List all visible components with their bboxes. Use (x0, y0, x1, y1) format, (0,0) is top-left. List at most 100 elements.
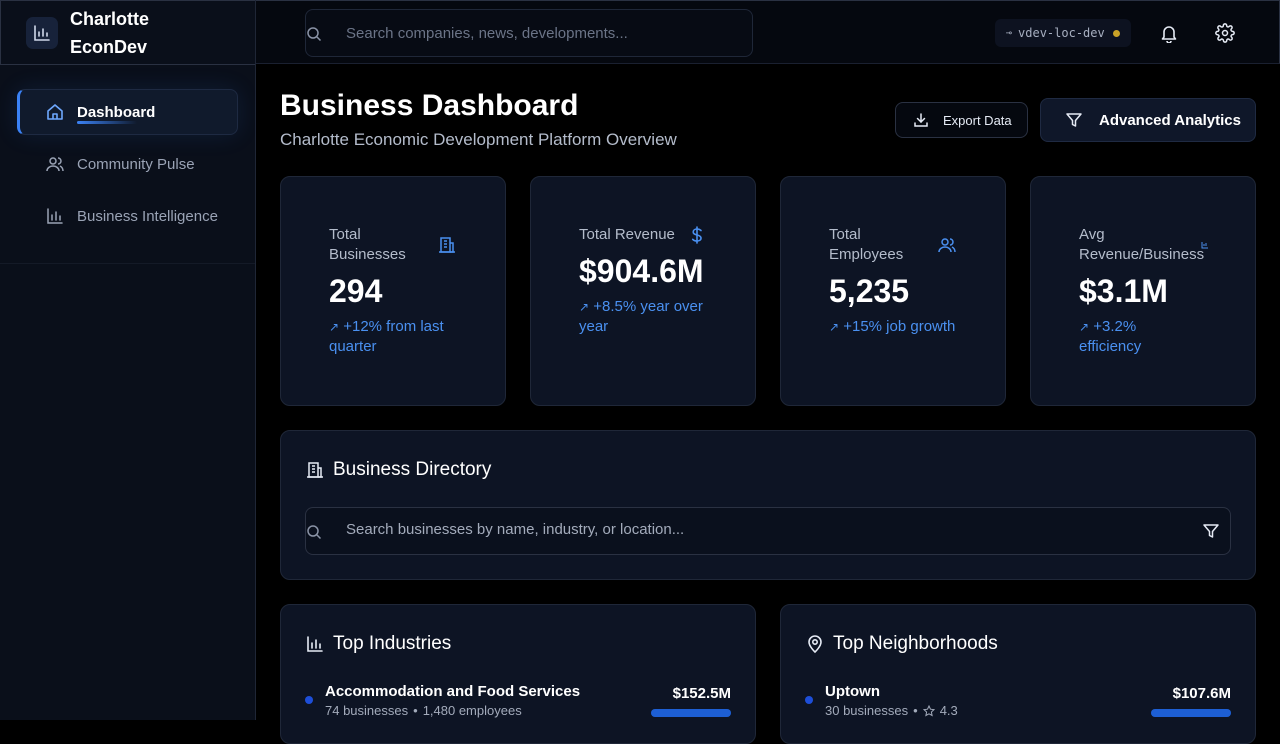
stat-label-line1: Avg (1079, 226, 1105, 243)
list-bullet (805, 696, 813, 704)
git-commit-icon: ⊸ (1006, 27, 1013, 39)
list-bullet (305, 696, 313, 704)
stat-trend: ↗ +12% from last quarter (329, 317, 444, 357)
bar-chart-logo-icon (26, 16, 58, 49)
top-bar: ⊸ vdev-loc-dev (256, 0, 1280, 64)
stat-label: Total Revenue (579, 225, 675, 245)
page-subtitle: Charlotte Economic Development Platform … (280, 130, 677, 149)
stat-trend: ↗ +3.2% efficiency (1079, 317, 1141, 357)
neighborhood-meta: 30 businesses • 4.3 (825, 703, 958, 718)
global-search[interactable] (305, 9, 753, 57)
bar-chart-icon (45, 206, 65, 226)
trending-up-icon: ↗ (829, 320, 840, 334)
stat-label-line1: Total (829, 226, 861, 243)
industry-share-fill (651, 709, 731, 717)
dollar-icon (687, 225, 707, 245)
users-icon (937, 235, 957, 255)
users-icon (45, 154, 65, 174)
stat-trend-line1: +15% job growth (843, 318, 956, 335)
stat-trend-line2: year (579, 318, 609, 335)
bell-icon[interactable] (1157, 21, 1181, 45)
top-industries-header: Top Industries (305, 633, 451, 655)
business-directory-header: Business Directory (305, 459, 491, 481)
star-icon (922, 704, 935, 717)
industry-meta: 74 businesses • 1,480 employees (325, 703, 522, 718)
top-neighborhoods-title: Top Neighborhoods (833, 633, 998, 654)
trending-up-icon: ↗ (579, 300, 590, 314)
list-item[interactable]: Uptown 30 businesses • 4.3 $107.6M (805, 683, 1231, 723)
advanced-analytics-label: Advanced Analytics (1099, 111, 1241, 129)
trending-up-icon: ↗ (329, 320, 340, 334)
stat-label: Total Businesses (329, 225, 406, 265)
building-icon (437, 235, 457, 255)
neighborhood-businesses: 30 businesses (825, 703, 909, 718)
brand[interactable]: Charlotte EconDev (0, 0, 255, 65)
page-title: Business Dashboard (280, 89, 579, 122)
stat-card-total-revenue: Total Revenue $904.6M ↗ +8.5% year over … (530, 176, 756, 406)
stat-value: 294 (329, 273, 383, 309)
bar-chart-icon (305, 634, 325, 654)
building-icon (305, 460, 325, 480)
stat-value: 5,235 (829, 273, 910, 309)
top-neighborhoods-header: Top Neighborhoods (805, 633, 998, 655)
environment-badge[interactable]: ⊸ vdev-loc-dev (995, 19, 1131, 47)
stat-label-line2: Revenue/Business (1079, 246, 1205, 263)
export-data-label: Export Data (943, 112, 1012, 128)
separator-dot: • (413, 703, 418, 718)
stat-trend-line1: +3.2% (1093, 318, 1137, 335)
top-industries-card: Top Industries Accommodation and Food Se… (280, 604, 756, 744)
stat-trend-line2: quarter (329, 338, 377, 355)
industry-share-bar (651, 709, 731, 717)
stat-value: $904.6M (579, 253, 704, 289)
stat-trend-line1: +8.5% year over (593, 298, 703, 315)
industry-amount: $152.5M (672, 685, 731, 702)
global-search-input[interactable] (346, 24, 736, 42)
gear-icon[interactable] (1213, 21, 1237, 45)
stat-trend: ↗ +8.5% year over year (579, 297, 703, 337)
industry-businesses: 74 businesses (325, 703, 409, 718)
business-directory-card: Business Directory (280, 430, 1256, 580)
neighborhood-rating: 4.3 (939, 703, 958, 718)
main-content: Business Dashboard Charlotte Economic De… (256, 65, 1280, 744)
environment-label: vdev-loc-dev (1018, 26, 1105, 40)
stat-value: $3.1M (1079, 273, 1168, 309)
stat-card-avg-revenue: Avg Revenue/Business $3.1M ↗ +3.2% effic… (1030, 176, 1256, 406)
neighborhood-name: Uptown (825, 683, 880, 700)
home-icon (45, 102, 65, 122)
stat-label-line2: Businesses (329, 246, 406, 263)
neighborhood-amount: $107.6M (1172, 685, 1231, 702)
app-title: Charlotte EconDev (70, 5, 149, 61)
neighborhood-share-fill (1151, 709, 1231, 717)
app-title-line2: EconDev (70, 36, 148, 57)
sidebar-item-label: Business Intelligence (77, 207, 218, 225)
export-data-button[interactable]: Export Data (895, 102, 1028, 138)
stat-label-line1: Total (329, 226, 361, 243)
sidebar-nav: Dashboard Community Pulse Business Intel… (0, 65, 255, 264)
industry-name: Accommodation and Food Services (325, 683, 581, 700)
business-directory-title: Business Directory (333, 459, 492, 480)
stat-trend: ↗ +15% job growth (829, 317, 955, 337)
neighborhood-share-bar (1151, 709, 1231, 717)
mini-chart-icon (1201, 241, 1209, 249)
stat-label: Avg Revenue/Business (1079, 225, 1204, 265)
top-industries-title: Top Industries (333, 633, 452, 654)
stat-card-total-employees: Total Employees 5,235 ↗ +15% job growth (780, 176, 1006, 406)
environment-status-dot (1112, 29, 1120, 37)
advanced-analytics-button[interactable]: Advanced Analytics (1040, 98, 1256, 142)
stat-label-line2: Employees (829, 246, 904, 263)
business-search[interactable] (305, 507, 1231, 555)
list-item[interactable]: Accommodation and Food Services 74 busin… (305, 683, 731, 723)
app-title-line1: Charlotte (70, 8, 150, 29)
sidebar-item-dashboard[interactable]: Dashboard (17, 89, 238, 135)
sidebar-item-business-intelligence[interactable]: Business Intelligence (17, 193, 238, 239)
business-search-input[interactable] (346, 521, 1166, 538)
top-neighborhoods-card: Top Neighborhoods Uptown 30 businesses •… (780, 604, 1256, 744)
download-icon (913, 112, 929, 128)
filter-icon[interactable] (1202, 522, 1220, 540)
stat-trend-line2: efficiency (1079, 338, 1142, 355)
sidebar-item-community-pulse[interactable]: Community Pulse (17, 141, 238, 187)
search-icon (306, 524, 322, 540)
filter-icon (1065, 111, 1083, 129)
map-pin-icon (805, 634, 825, 654)
sidebar: Charlotte EconDev Dashboard Community Pu… (0, 0, 256, 720)
